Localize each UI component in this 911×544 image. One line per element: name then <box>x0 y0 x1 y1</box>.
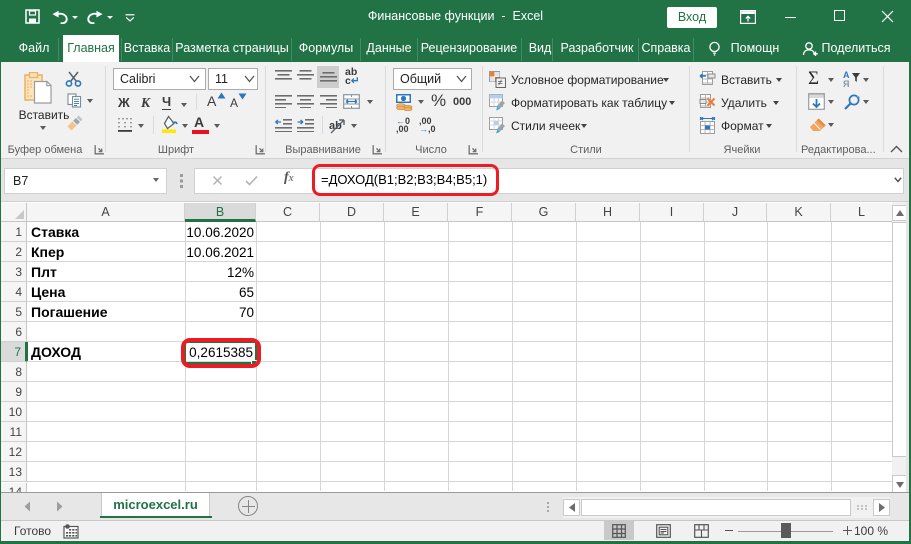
svg-text:≠: ≠ <box>498 78 503 88</box>
svg-text:Я: Я <box>843 79 849 88</box>
svg-text:ab: ab <box>329 120 342 132</box>
